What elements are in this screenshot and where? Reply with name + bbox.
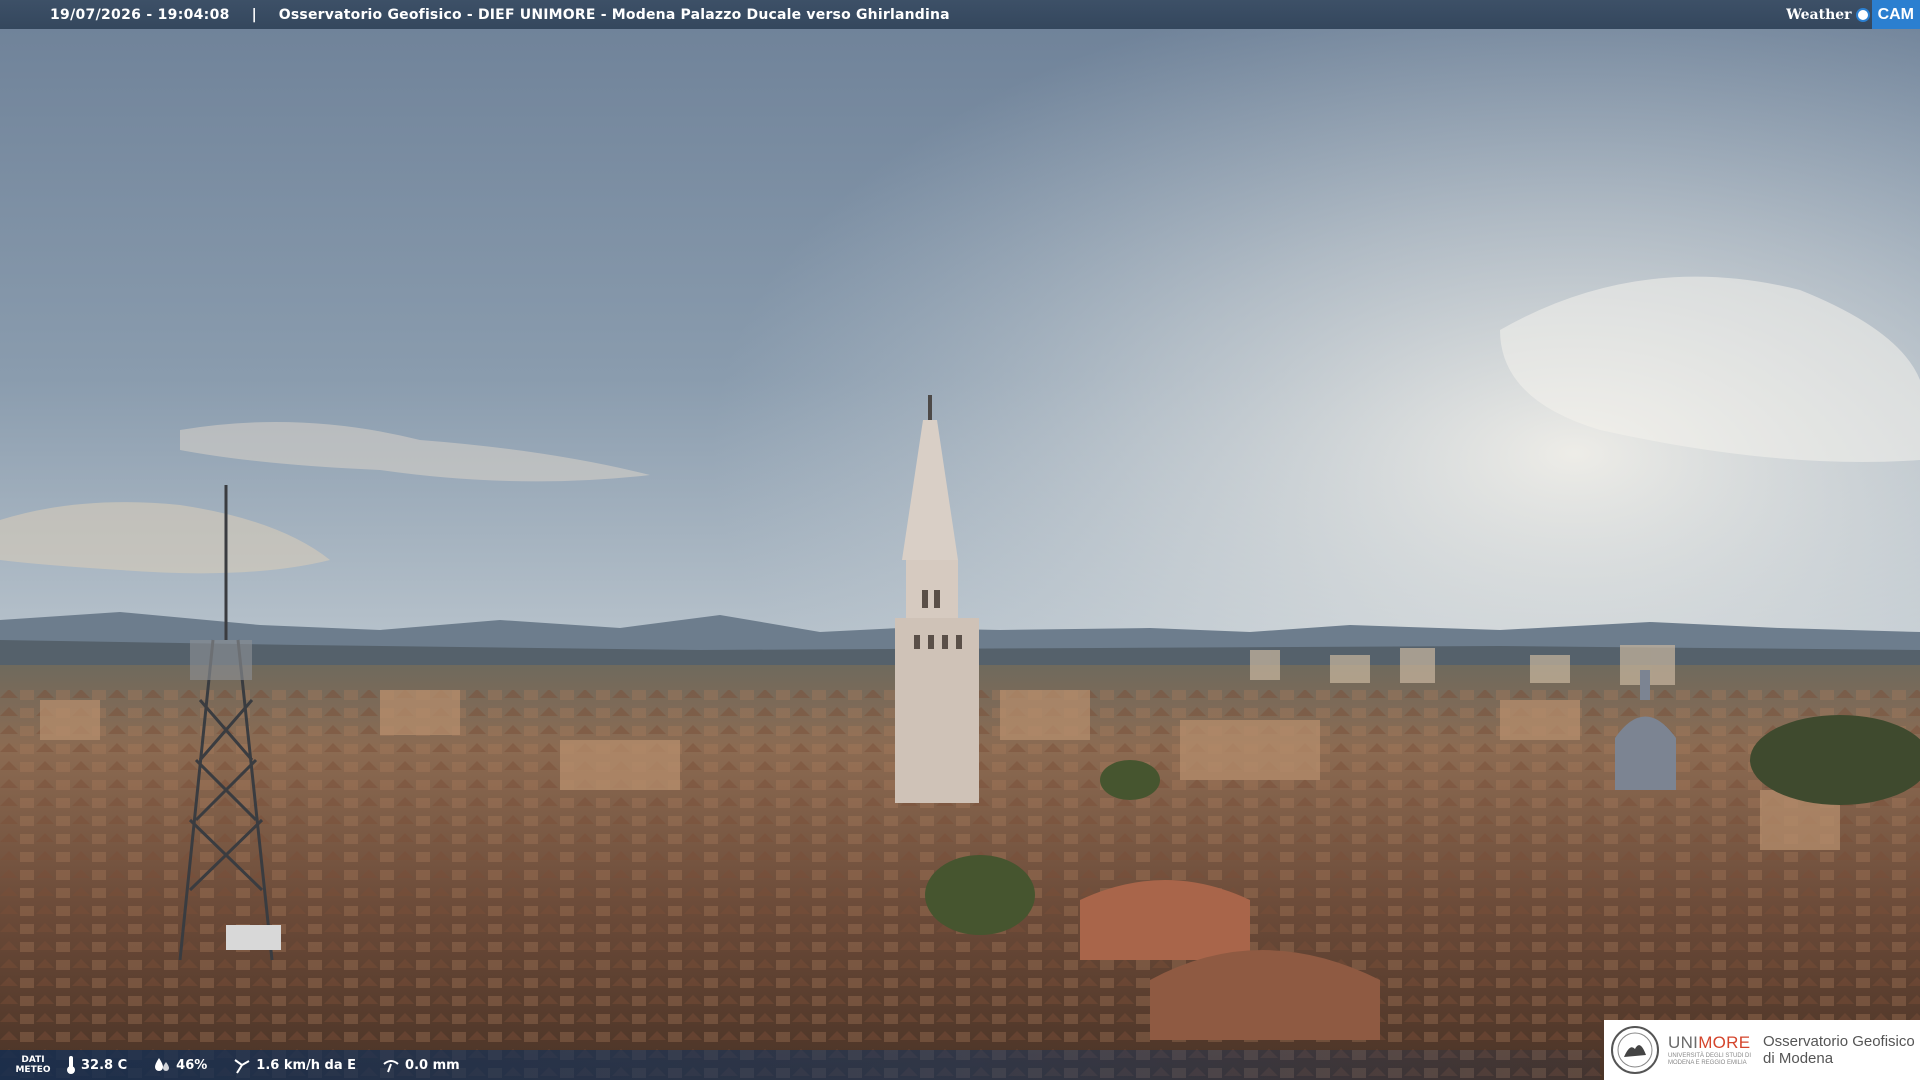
header-bar: 19/07/2026 - 19:04:08 | Osservatorio Geo…	[0, 0, 1920, 29]
wind-icon	[234, 1059, 250, 1074]
university-seal-icon	[1611, 1026, 1659, 1074]
unimore-logo: UNIMORE UNIVERSITÀ DEGLI STUDI DI MODENA…	[1604, 1020, 1920, 1080]
wind-value: 1.6 km/h da E	[256, 1057, 357, 1073]
camera-title: Osservatorio Geofisico - DIEF UNIMORE - …	[278, 6, 950, 23]
wind-reading: 1.6 km/h da E	[233, 1056, 356, 1074]
header-separator: |	[251, 6, 257, 23]
brand-weather-text: Weather	[1786, 6, 1852, 23]
weathercam-brand: Weather CAM	[1786, 0, 1920, 29]
webcam-image	[0, 0, 1920, 1080]
rain-gauge-icon	[383, 1060, 399, 1073]
meteo-bar: DATI METEO 32.8 C 46% 1.6 km/h da E 0.0 …	[0, 1050, 1600, 1080]
humidity-icon	[155, 1058, 170, 1071]
humidity-reading: 46%	[153, 1056, 207, 1074]
university-name: UNIMORE UNIVERSITÀ DEGLI STUDI DI MODENA…	[1668, 1033, 1752, 1066]
observatory-name: Osservatorio Geofisico di Modena	[1763, 1033, 1915, 1067]
brand-dot-icon	[1855, 7, 1870, 22]
temperature-value: 32.8 C	[81, 1057, 128, 1073]
rain-reading: 0.0 mm	[382, 1056, 460, 1074]
meteo-label: DATI METEO	[15, 1055, 51, 1075]
brand-cam-text: CAM	[1871, 0, 1920, 29]
thermometer-icon	[67, 1056, 75, 1074]
rain-value: 0.0 mm	[405, 1057, 460, 1073]
temperature-reading: 32.8 C	[66, 1055, 127, 1075]
timestamp: 19/07/2026 - 19:04:08	[50, 6, 230, 23]
humidity-value: 46%	[176, 1057, 208, 1073]
